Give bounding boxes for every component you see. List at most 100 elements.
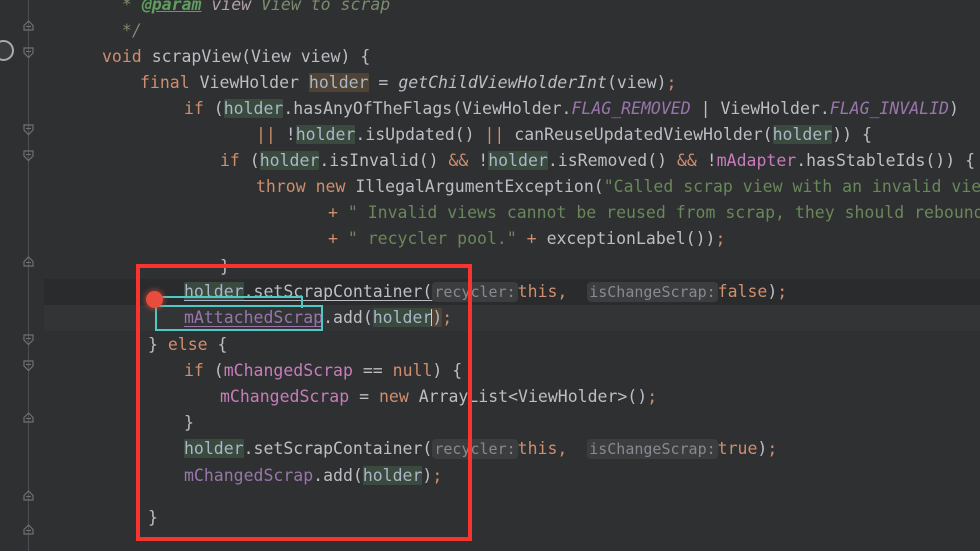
method-hasanyoftheflags: .hasAnyOfTheFlags(ViewHolder.: [283, 99, 572, 118]
close-brace: }: [220, 257, 230, 276]
code-text-area[interactable]: * @param view View to scrap */ void scra…: [44, 0, 980, 551]
type-view: View: [251, 47, 291, 66]
semicolon: ;: [777, 282, 788, 301]
string-literal: " Invalid views cannot be reused from sc…: [337, 203, 980, 222]
editor-gutter[interactable]: [0, 0, 44, 551]
code-line[interactable]: holder.setScrapContainer(recycler: this, …: [184, 436, 777, 462]
field-mchangedscrap: mChangedScrap: [220, 387, 350, 406]
field-mattachedscrap[interactable]: mAttachedScrap: [184, 308, 323, 327]
semicolon: ;: [666, 73, 677, 92]
code-line[interactable]: }: [184, 410, 194, 436]
call-getchildviewholderint: getChildViewHolderInt: [398, 73, 607, 92]
keyword-new: new: [305, 177, 346, 196]
method-canreuseupdatedviewholder: canReuseUpdatedViewHolder(: [504, 125, 773, 144]
method-hasstableids: .hasStableIds()) {: [796, 151, 976, 170]
breakpoint-gutter-icon[interactable]: [0, 40, 14, 61]
literal-null: null: [392, 361, 433, 380]
javadoc-param-name: view: [211, 0, 252, 14]
comment-star: *: [112, 0, 142, 14]
code-line[interactable]: mChangedScrap.add(holder);: [184, 463, 442, 489]
paren: (: [241, 47, 252, 66]
concat-operator: +: [516, 229, 547, 248]
string-literal: "Called scrap view with an invalid view.…: [603, 177, 980, 196]
type-viewholder: ViewHolder: [189, 73, 309, 92]
logical-and: &&: [677, 151, 697, 170]
variable-holder: holder: [308, 73, 369, 92]
paren: ): [948, 99, 959, 118]
variable-holder: holder: [488, 151, 548, 170]
string-literal: " recycler pool.": [337, 229, 517, 248]
keyword-void: void: [102, 47, 142, 66]
semicolon: ;: [647, 387, 658, 406]
method-isupdated: .isUpdated(): [355, 125, 485, 144]
fold-marker-icon[interactable]: [21, 122, 36, 137]
code-line[interactable]: final ViewHolder holder = getChildViewHo…: [140, 70, 676, 96]
code-line[interactable]: void scrapView(View view) {: [102, 44, 370, 70]
fold-marker-icon[interactable]: [21, 522, 36, 537]
code-line[interactable]: throw new IllegalArgumentException("Call…: [256, 174, 980, 200]
logical-or: ||: [484, 125, 505, 144]
cyan-leader-line-vertical: [301, 296, 303, 308]
fold-marker-icon[interactable]: [21, 488, 36, 503]
keyword-new: new: [378, 387, 409, 406]
variable-holder: holder: [184, 439, 244, 458]
const-flag-removed: FLAG_REMOVED: [571, 99, 691, 118]
keyword-this: this: [517, 282, 558, 301]
code-line[interactable]: mChangedScrap = new ArrayList<ViewHolder…: [220, 384, 657, 410]
code-line[interactable]: } else {: [148, 332, 227, 358]
code-line[interactable]: || !holder.isUpdated() || canReuseUpdate…: [256, 122, 872, 148]
fold-marker-icon[interactable]: [21, 332, 36, 347]
negation: !: [696, 151, 717, 170]
equality-operator: ==: [352, 361, 393, 380]
code-line[interactable]: if (holder.hasAnyOfTheFlags(ViewHolder.F…: [184, 96, 959, 122]
semicolon: ;: [432, 466, 443, 485]
paren-brace: ) {: [432, 361, 463, 380]
fold-marker-icon[interactable]: [21, 358, 36, 373]
paren-brace: )) {: [832, 125, 872, 144]
keyword-final: final: [140, 73, 190, 92]
fold-marker-icon[interactable]: [21, 254, 36, 269]
variable-holder: holder: [223, 99, 284, 118]
open-brace: {: [207, 335, 228, 354]
paren: ()): [685, 229, 716, 248]
paren-match: ): [432, 308, 443, 327]
fold-marker-icon[interactable]: [21, 45, 36, 60]
code-line[interactable]: }: [220, 254, 230, 280]
code-line[interactable]: if (mChangedScrap == null) {: [184, 358, 462, 384]
code-line[interactable]: holder.setScrapContainer(recycler: this, …: [184, 279, 787, 305]
method-setscrapcontainer[interactable]: .setScrapContainer(: [244, 282, 433, 301]
fold-guide-line: [28, 0, 29, 551]
semicolon: ;: [767, 439, 778, 458]
param-hint-recycler: recycler:: [432, 282, 518, 302]
variable-holder: holder: [295, 125, 356, 144]
comment-close: */: [112, 21, 142, 40]
const-flag-invalid: FLAG_INVALID: [829, 99, 949, 118]
fold-marker-icon[interactable]: [21, 18, 36, 33]
field-mchangedscrap: mChangedScrap: [223, 361, 353, 380]
assign-operator: =: [349, 387, 379, 406]
fold-marker-icon[interactable]: [21, 148, 36, 163]
breakpoint-dot-icon[interactable]: [146, 291, 163, 308]
keyword-if: if: [220, 151, 240, 170]
code-line[interactable]: }: [148, 505, 158, 531]
code-line[interactable]: if (holder.isInvalid() && !holder.isRemo…: [220, 148, 975, 174]
fold-marker-icon[interactable]: [21, 410, 36, 425]
code-line[interactable]: * @param view View to scrap: [112, 0, 390, 18]
variable-holder: holder: [772, 125, 833, 144]
field-madapter: mAdapter: [716, 151, 797, 170]
paren: ): [422, 466, 433, 485]
param-hint-recycler: recycler:: [432, 439, 518, 459]
javadoc-description: View to scrap: [251, 0, 391, 14]
paren: ): [757, 439, 768, 458]
code-line[interactable]: mAttachedScrap.add(holder);: [184, 305, 452, 331]
keyword-this: this: [517, 439, 558, 458]
literal-false: false: [717, 282, 768, 301]
javadoc-tag[interactable]: @param: [142, 0, 202, 14]
code-line[interactable]: + " Invalid views cannot be reused from …: [328, 200, 980, 226]
cyan-leader-line: [155, 296, 303, 298]
method-add: .add(: [323, 308, 373, 327]
code-line[interactable]: */: [112, 18, 142, 44]
literal-true: true: [717, 439, 758, 458]
variable-holder[interactable]: holder: [184, 282, 244, 301]
code-line[interactable]: + " recycler pool." + exceptionLabel());: [328, 226, 725, 252]
